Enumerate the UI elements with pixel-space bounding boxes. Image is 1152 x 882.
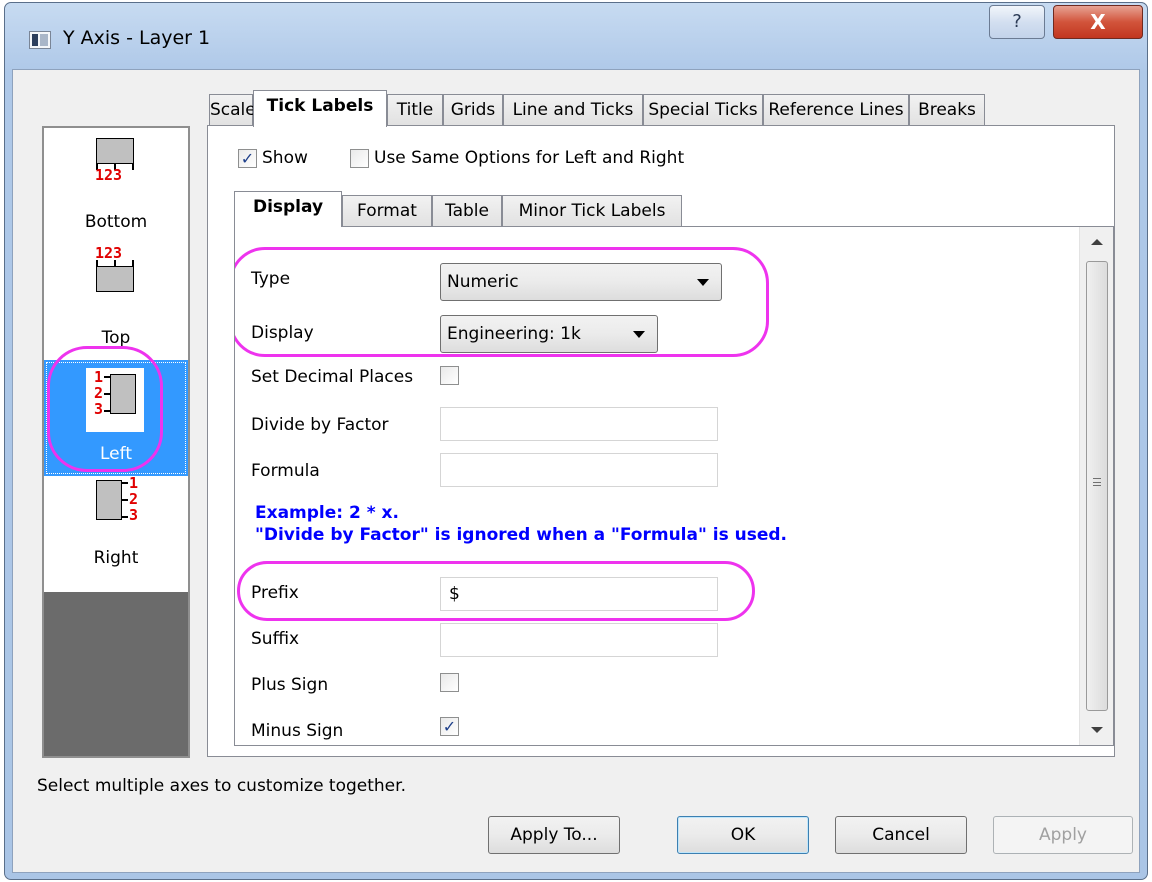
axis-item-right-label: Right [93, 548, 139, 568]
axis-item-right[interactable]: 1 2 3 Right [44, 476, 188, 592]
show-label: Show [262, 148, 308, 168]
minus-sign-checkbox[interactable]: ✓ [440, 717, 459, 736]
left-icon-number-1: 1 [94, 368, 104, 386]
dialog-client-area: 123 Bottom 123 Top 1 2 3 Left 1 2 3 Righ… [12, 69, 1140, 873]
type-dropdown-value: Numeric [447, 272, 519, 292]
axis-item-bottom[interactable]: 123 Bottom [44, 128, 188, 244]
suffix-label: Suffix [251, 629, 300, 649]
axis-item-left[interactable]: 1 2 3 Left [44, 360, 188, 476]
prefix-field[interactable]: $ [440, 577, 718, 611]
formula-label: Formula [251, 461, 320, 481]
display-dropdown[interactable]: Engineering: 1k [440, 315, 658, 353]
same-options-label: Use Same Options for Left and Right [374, 148, 685, 168]
tick-labels-panel: ✓ Show Use Same Options for Left and Rig… [207, 125, 1115, 757]
suffix-field[interactable] [440, 623, 718, 657]
divide-by-factor-field[interactable] [440, 407, 718, 441]
right-icon-number-2: 2 [129, 490, 139, 508]
minus-sign-label: Minus Sign [251, 721, 344, 741]
axis-list: 123 Bottom 123 Top 1 2 3 Left 1 2 3 Righ… [42, 126, 190, 758]
prefix-label: Prefix [251, 583, 299, 603]
axis-item-left-label: Left [100, 444, 132, 464]
tab-grids[interactable]: Grids [443, 94, 503, 126]
display-subpanel: Type Numeric Display Engineering: 1k Set… [234, 226, 1114, 746]
formula-example-text: Example: 2 * x. [255, 503, 399, 523]
display-label: Display [251, 323, 314, 343]
chevron-down-icon [633, 331, 645, 338]
bottom-axis-icon [96, 138, 134, 164]
tab-special-ticks[interactable]: Special Ticks [643, 94, 763, 126]
apply-button[interactable]: Apply [993, 816, 1133, 854]
title-bar[interactable]: Y Axis - Layer 1 ? X [5, 3, 1147, 73]
axis-item-top-label: Top [101, 328, 131, 348]
scroll-up-icon[interactable] [1091, 239, 1103, 245]
formula-note-text: "Divide by Factor" is ignored when a "Fo… [255, 525, 787, 545]
axis-item-bottom-label: Bottom [84, 212, 148, 232]
decimal-places-label: Set Decimal Places [251, 367, 414, 387]
scrollbar-thumb[interactable] [1086, 261, 1108, 711]
left-icon-number-2: 2 [94, 384, 104, 402]
display-vertical-scrollbar[interactable] [1079, 227, 1113, 745]
plus-sign-checkbox[interactable] [440, 673, 459, 692]
cancel-button[interactable]: Cancel [835, 816, 967, 854]
same-options-checkbox[interactable] [350, 149, 369, 168]
ok-button[interactable]: OK [677, 816, 809, 854]
subtab-display[interactable]: Display [234, 191, 342, 227]
bottom-icon-numbers: 123 [95, 166, 123, 184]
top-icon-numbers: 123 [95, 244, 123, 262]
subtab-minor-tick-labels[interactable]: Minor Tick Labels [502, 195, 682, 227]
right-axis-icon [96, 480, 122, 520]
window-title: Y Axis - Layer 1 [63, 27, 211, 49]
divide-by-factor-label: Divide by Factor [251, 415, 389, 435]
right-icon-number-1: 1 [129, 474, 139, 492]
tab-tick-labels[interactable]: Tick Labels [253, 90, 387, 127]
display-dropdown-value: Engineering: 1k [447, 324, 581, 344]
subtab-table[interactable]: Table [432, 195, 502, 227]
scroll-down-icon[interactable] [1091, 727, 1103, 733]
app-icon [29, 31, 51, 49]
axis-item-top[interactable]: 123 Top [44, 244, 188, 360]
status-hint-text: Select multiple axes to customize togeth… [37, 776, 406, 796]
tab-breaks[interactable]: Breaks [909, 94, 985, 126]
left-icon-number-3: 3 [94, 400, 104, 418]
subtab-format[interactable]: Format [342, 195, 432, 227]
formula-field[interactable] [440, 453, 718, 487]
left-axis-icon [110, 374, 136, 414]
tab-scale[interactable]: Scale [209, 94, 256, 126]
tab-title[interactable]: Title [387, 94, 443, 126]
show-checkbox[interactable]: ✓ [238, 149, 257, 168]
plus-sign-label: Plus Sign [251, 675, 329, 695]
tab-line-and-ticks[interactable]: Line and Ticks [503, 94, 643, 126]
tab-reference-lines[interactable]: Reference Lines [763, 94, 909, 126]
dialog-window: Y Axis - Layer 1 ? X 123 Bottom 123 Top [4, 2, 1148, 880]
right-icon-number-3: 3 [129, 506, 139, 524]
top-axis-icon [96, 266, 134, 292]
help-button[interactable]: ? [989, 5, 1045, 39]
apply-to-button[interactable]: Apply To... [488, 816, 620, 854]
chevron-down-icon [697, 279, 709, 286]
type-label: Type [251, 269, 291, 289]
close-button[interactable]: X [1053, 5, 1143, 39]
decimal-places-checkbox[interactable] [440, 366, 459, 385]
type-dropdown[interactable]: Numeric [440, 263, 722, 301]
